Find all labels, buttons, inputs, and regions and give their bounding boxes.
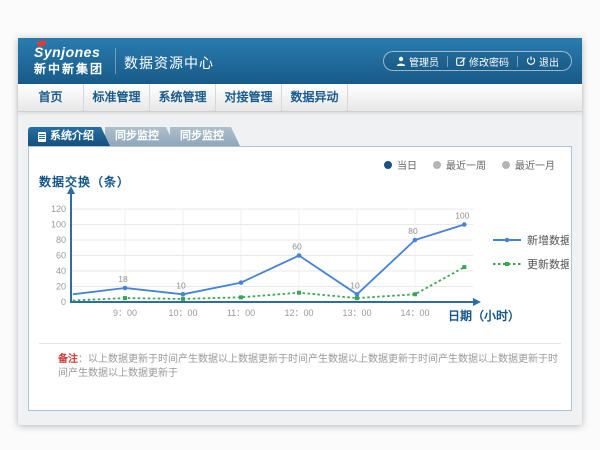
tab-sync-monitor-1-label: 同步监控 (115, 127, 159, 146)
data-point (297, 253, 302, 258)
legend-label: 新增数据 (527, 233, 569, 247)
tab-system-intro-label: 系统介绍 (50, 127, 94, 146)
radio-unselected-icon (502, 161, 510, 169)
filter-today[interactable]: 当日 (384, 157, 417, 172)
content-panel: 当日 最近一周 最近一月 数据交换（条） 0204060801001209：00… (28, 146, 572, 411)
y-axis-arrow-icon (67, 186, 75, 194)
tab-sync-monitor-2[interactable]: 同步监控 (170, 127, 240, 146)
x-tick-label: 12：00 (284, 308, 313, 318)
tab-sync-monitor-2-label: 同步监控 (180, 127, 224, 146)
data-point-label: 80 (408, 226, 418, 236)
logo-text-en: Synjones (34, 44, 104, 60)
tab-sync-monitor-1[interactable]: 同步监控 (105, 127, 175, 146)
main-nav: 首页 标准管理 系统管理 对接管理 数据异动 (18, 84, 582, 112)
nav-item-interface-mgmt[interactable]: 对接管理 (216, 84, 282, 111)
footer-note: 备注：以上数据更新于时间产生数据以上数据更新于时间产生数据以上数据更新于时间产生… (58, 353, 558, 381)
series-1 (73, 265, 467, 301)
app-window: Synjones 新中新集团 数据资源中心 管理员 修改密码 退出 首页 标准管… (18, 38, 582, 425)
legend-item-1[interactable]: 更新数据 (493, 257, 569, 271)
data-point (355, 296, 359, 300)
logo: Synjones 新中新集团 (34, 44, 104, 77)
data-point (355, 292, 360, 297)
range-filter: 当日 最近一周 最近一月 (384, 157, 555, 172)
x-axis-title: 日期（小时） (448, 308, 520, 323)
edit-icon (456, 56, 466, 66)
filter-last-week-label: 最近一周 (446, 157, 486, 172)
header-divider (115, 48, 116, 74)
page-title: 数据资源中心 (124, 53, 214, 73)
series-line (73, 225, 465, 295)
series-line (73, 267, 465, 300)
y-tick-label: 0 (61, 297, 66, 307)
data-point (462, 222, 467, 227)
x-tick-label: 10：00 (168, 308, 197, 318)
legend-item-0[interactable]: 新增数据 (493, 233, 569, 247)
x-tick-label: 13：00 (342, 308, 371, 318)
x-tick-label: 14：00 (400, 308, 429, 318)
change-password-button[interactable]: 修改密码 (448, 54, 517, 69)
y-tick-label: 40 (56, 266, 66, 276)
x-tick-label: 9：00 (113, 308, 137, 318)
change-password-label: 修改密码 (469, 54, 509, 69)
data-point (239, 295, 243, 299)
exchange-line-chart: 0 20 40 60 80 100 120 9：00 10：00 11：00 12：00 13：00 1… (29, 183, 569, 338)
data-point-label: 18 (118, 274, 128, 284)
data-point (123, 286, 128, 291)
data-point (181, 297, 185, 301)
data-point-label: 10 (176, 280, 186, 290)
nav-item-home[interactable]: 首页 (18, 84, 84, 111)
y-tick-label: 20 (56, 282, 66, 292)
data-point-label: 10 (350, 280, 360, 290)
admin-button[interactable]: 管理员 (388, 54, 447, 69)
tab-system-intro[interactable]: 系统介绍 (28, 127, 110, 146)
user-icon (396, 56, 406, 66)
data-point (297, 291, 301, 295)
nav-item-system-mgmt[interactable]: 系统管理 (150, 84, 216, 111)
power-icon (526, 56, 536, 66)
legend-marker (505, 238, 510, 243)
y-tick-label: 60 (56, 251, 66, 261)
y-tick-label: 80 (56, 235, 66, 245)
series-0: 18 10 60 10 80 100 (73, 211, 470, 297)
filter-last-month[interactable]: 最近一月 (502, 157, 555, 172)
data-point (413, 292, 417, 296)
note-divider (39, 343, 561, 344)
legend-marker (505, 262, 509, 266)
data-point (123, 296, 127, 300)
data-point (181, 292, 186, 297)
filter-today-label: 当日 (397, 157, 417, 172)
data-point (239, 280, 244, 285)
logout-label: 退出 (539, 54, 559, 69)
legend-label: 更新数据 (527, 257, 569, 271)
nav-item-data-change[interactable]: 数据异动 (282, 84, 348, 111)
data-point (413, 238, 418, 243)
app-header: Synjones 新中新集团 数据资源中心 管理员 修改密码 退出 (18, 38, 582, 84)
filter-last-month-label: 最近一月 (515, 157, 555, 172)
note-prefix: 备注 (58, 354, 78, 365)
x-tick-label: 11：00 (227, 308, 255, 318)
note-text: ：以上数据更新于时间产生数据以上数据更新于时间产生数据以上数据更新于时间产生数据… (58, 354, 558, 379)
data-point-label: 100 (455, 211, 469, 221)
tab-bar: 系统介绍 同步监控 同步监控 (28, 127, 240, 146)
document-icon (38, 132, 46, 142)
filter-last-week[interactable]: 最近一周 (433, 157, 486, 172)
x-axis-arrow-icon (473, 298, 481, 306)
y-tick-label: 100 (51, 220, 66, 230)
nav-item-standard-mgmt[interactable]: 标准管理 (84, 84, 150, 111)
logout-button[interactable]: 退出 (518, 54, 567, 69)
data-point (462, 265, 466, 269)
logo-text-cn: 新中新集团 (34, 60, 104, 77)
radio-unselected-icon (433, 161, 441, 169)
admin-label: 管理员 (409, 54, 439, 69)
data-point-label: 60 (292, 242, 302, 252)
radio-selected-icon (384, 161, 392, 169)
y-tick-label: 120 (51, 204, 66, 214)
user-menu: 管理员 修改密码 退出 (383, 51, 572, 71)
